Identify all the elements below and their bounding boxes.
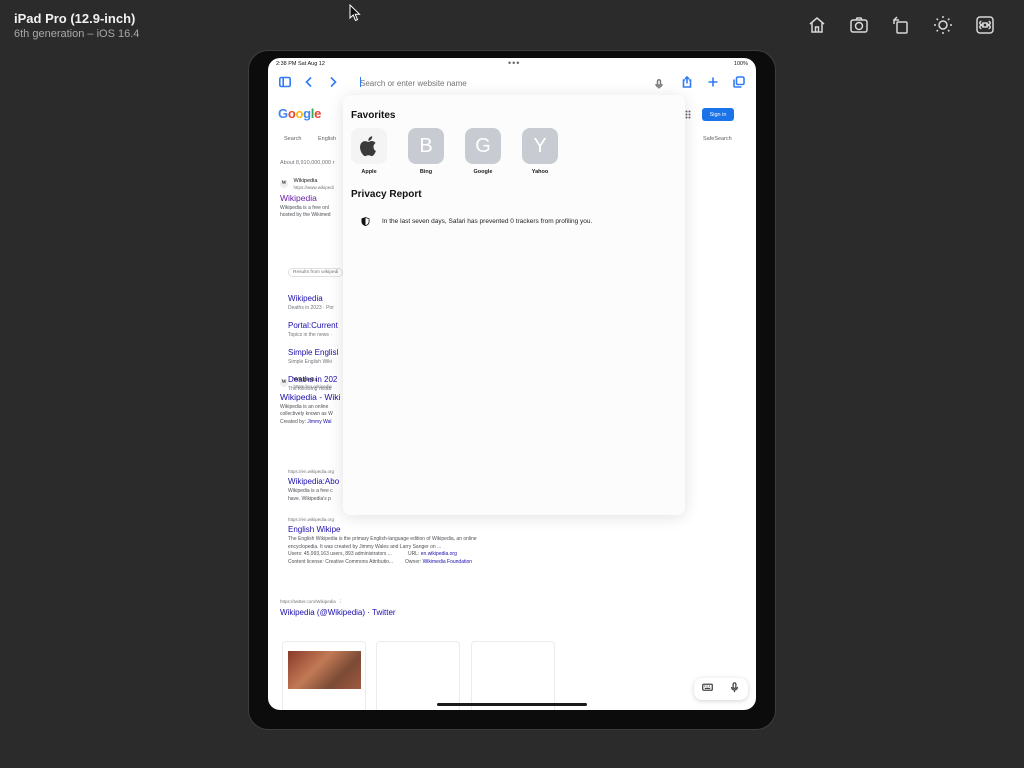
- device-name: iPad Pro (12.9-inch): [14, 11, 136, 26]
- simulator-title: iPad Pro (12.9-inch) 6th generation – iO…: [14, 11, 139, 40]
- tweet-card[interactable]: [471, 641, 555, 710]
- bing-tile: B: [408, 128, 444, 164]
- status-time: 2:38 PM Sat Aug 12: [276, 61, 325, 67]
- command-icon[interactable]: [972, 14, 998, 36]
- tabs-icon[interactable]: [731, 74, 747, 90]
- safesearch-toggle[interactable]: SafeSearch: [703, 136, 732, 142]
- result-title[interactable]: Wikipedia: [280, 193, 334, 203]
- mouse-cursor-icon: [349, 3, 361, 27]
- sitelink[interactable]: Portal:Current Topics in the news ·: [288, 321, 338, 338]
- text-caret: [360, 77, 361, 87]
- share-icon[interactable]: [679, 74, 695, 90]
- multitasking-dots[interactable]: •••: [508, 58, 520, 68]
- result-count: About 8,910,000,000 r: [280, 160, 335, 166]
- home-icon[interactable]: [804, 14, 830, 36]
- sidebar-icon[interactable]: [277, 74, 293, 90]
- twitter-result[interactable]: https://twitter.com/Wikipedia ⋮ Wikipedi…: [280, 599, 396, 617]
- privacy-report-row[interactable]: In the last seven days, Safari has preve…: [361, 217, 592, 226]
- yahoo-tile: Y: [522, 128, 558, 164]
- screenshot-icon[interactable]: [846, 14, 872, 36]
- mic-icon[interactable]: [654, 76, 666, 89]
- search-result[interactable]: W Wikipedia https://en.wikipedia Wikiped…: [280, 377, 340, 426]
- sign-in-button[interactable]: Sign in: [702, 108, 734, 121]
- url-input[interactable]: [356, 73, 642, 94]
- search-result[interactable]: https://en.wikipedia.org Wikipedia:Abo W…: [288, 469, 339, 503]
- google-logo[interactable]: Google: [278, 106, 321, 121]
- result-snippet: Wikipedia is an online collectively know…: [280, 403, 333, 425]
- dictation-mic-icon[interactable]: [729, 680, 740, 698]
- new-tab-icon[interactable]: [705, 74, 721, 90]
- keyboard-icon[interactable]: [702, 680, 713, 698]
- tweet-image: [288, 651, 361, 689]
- favorite-google[interactable]: G Google: [463, 128, 503, 175]
- rotate-icon[interactable]: [888, 14, 914, 36]
- result-snippet: Wikipedia is a free onl hosted by the Wi…: [280, 204, 331, 219]
- sitelink[interactable]: Simple Englisl Simple English Wiki: [288, 348, 338, 365]
- favorite-apple[interactable]: Apple: [349, 128, 389, 175]
- device-subtitle: 6th generation – iOS 16.4: [14, 28, 140, 40]
- favorites-heading: Favorites: [351, 110, 396, 121]
- tab-search[interactable]: Search: [284, 136, 301, 142]
- shield-icon: [361, 217, 370, 226]
- tab-english[interactable]: English: [318, 136, 336, 142]
- wikipedia-favicon-icon: W: [280, 180, 288, 188]
- wikipedia-favicon-icon: W: [280, 379, 288, 387]
- favorite-bing[interactable]: B Bing: [406, 128, 446, 175]
- google-tile: G: [465, 128, 501, 164]
- address-bar[interactable]: [356, 73, 666, 94]
- sitelink[interactable]: Wikipedia Deaths in 2023 · Por: [288, 294, 334, 311]
- privacy-report-heading: Privacy Report: [351, 189, 422, 200]
- tweet-card[interactable]: [282, 641, 366, 710]
- brightness-icon[interactable]: [930, 14, 956, 36]
- back-icon[interactable]: [301, 74, 317, 90]
- result-title[interactable]: Wikipedia - Wiki: [280, 392, 340, 402]
- home-indicator[interactable]: [437, 703, 587, 706]
- search-result[interactable]: W Wikipedia https://www.wikipedi Wikiped…: [280, 178, 334, 220]
- battery-status: 100%: [733, 61, 748, 67]
- status-bar: 2:38 PM Sat Aug 12 ••• 100%: [268, 58, 756, 70]
- forward-icon[interactable]: [325, 74, 341, 90]
- ipad-screen: 2:38 PM Sat Aug 12 ••• 100% Search or en…: [268, 58, 756, 710]
- favorites-popover: Favorites Apple B Bing G Google Y Yahoo …: [343, 95, 685, 515]
- simulator-toolbar: [804, 14, 998, 36]
- apple-icon: [351, 128, 387, 164]
- keyboard-accessory: [694, 678, 748, 700]
- results-from-chip[interactable]: Results from wikipedi: [288, 268, 344, 277]
- tweet-card[interactable]: [376, 641, 460, 710]
- privacy-report-text: In the last seven days, Safari has preve…: [382, 218, 593, 225]
- safari-toolbar: [268, 70, 756, 94]
- search-result[interactable]: https://en.wikipedia.org English Wikipe …: [288, 517, 477, 566]
- favorite-yahoo[interactable]: Y Yahoo: [520, 128, 560, 175]
